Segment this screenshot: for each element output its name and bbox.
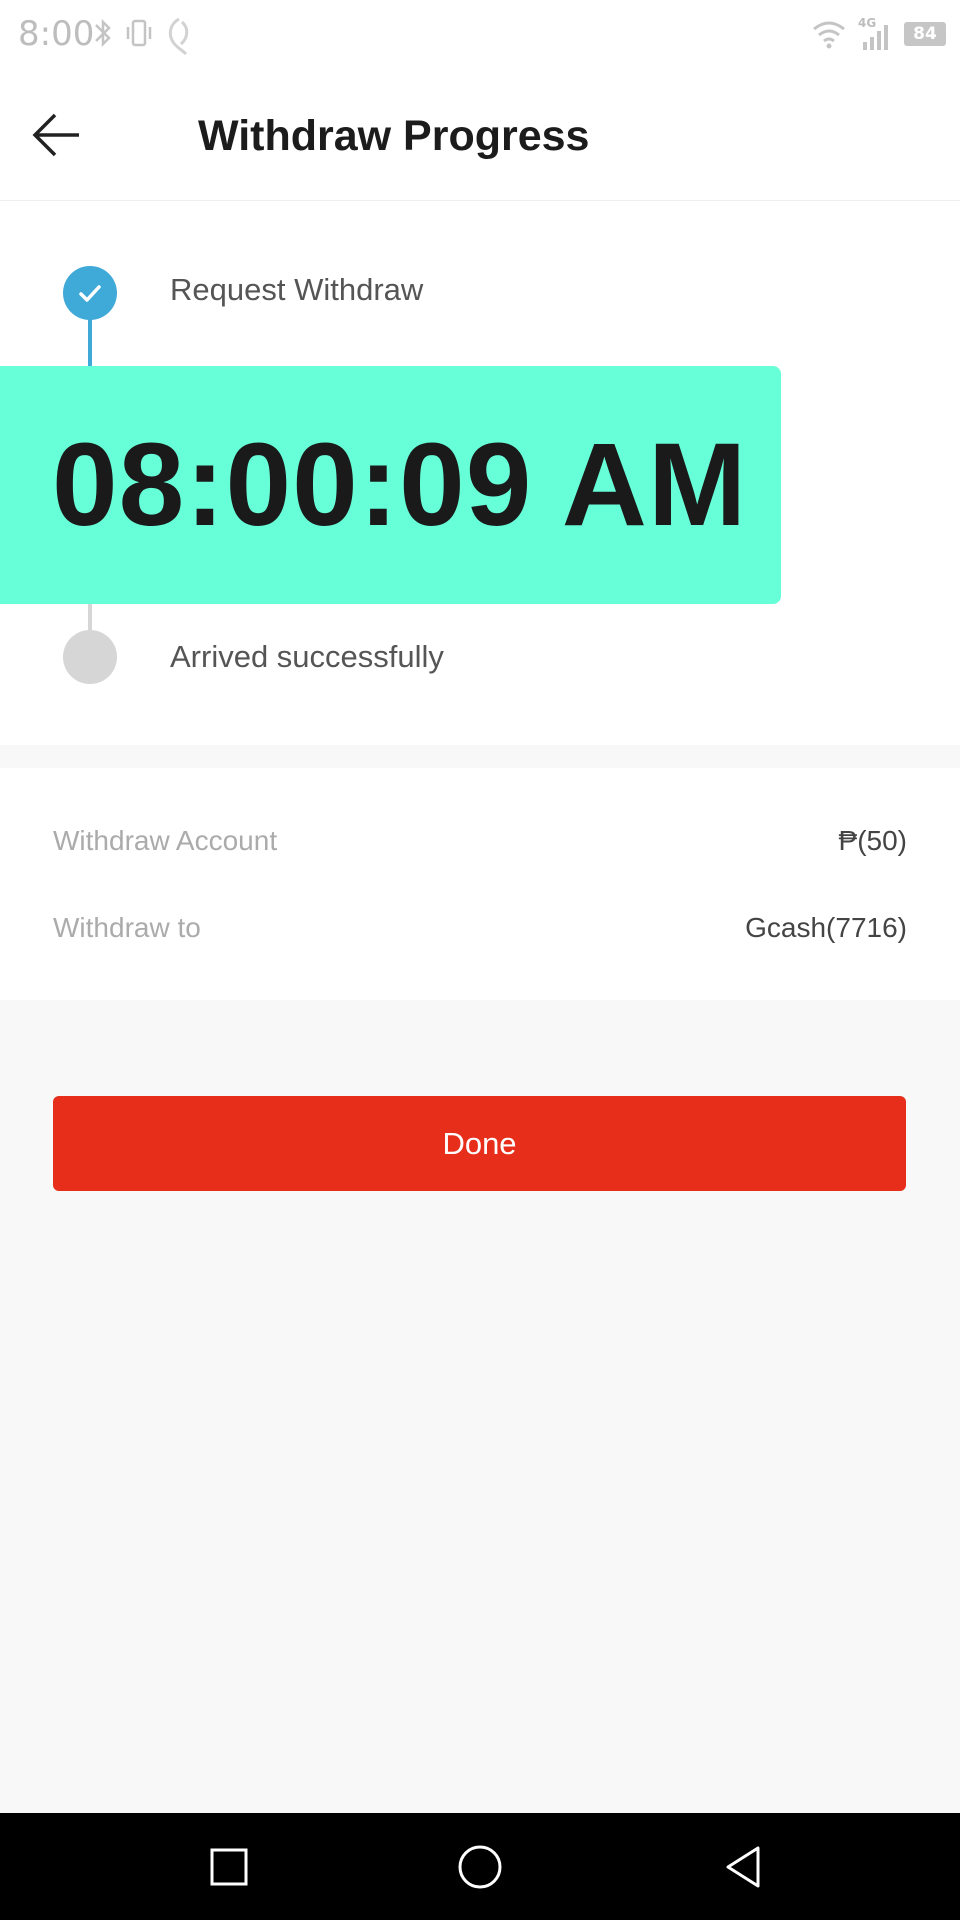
step-done-indicator	[63, 266, 117, 320]
page-title: Withdraw Progress	[198, 112, 590, 160]
step-label-arrived: Arrived successfully	[170, 639, 444, 674]
back-button[interactable]	[30, 108, 84, 162]
status-right-icons: 4G 84	[812, 16, 946, 50]
time-overlay-text: 08:00:09 AM	[52, 419, 748, 551]
notification-icon	[168, 17, 189, 56]
app-bar: Withdraw Progress	[0, 68, 960, 201]
system-nav-bar	[0, 1813, 960, 1920]
home-circle-icon	[458, 1845, 502, 1889]
vibrate-icon	[126, 19, 152, 47]
arrow-left-icon	[32, 113, 79, 157]
step-label-request: Request Withdraw	[170, 272, 424, 307]
time-overlay-banner: 08:00:09 AM	[0, 366, 781, 604]
status-time: 8:00	[18, 14, 95, 54]
step-connector-pending	[88, 601, 92, 631]
check-icon	[79, 285, 101, 302]
withdraw-to-value: Gcash(7716)	[745, 912, 907, 943]
signal-icon: 4G	[858, 16, 892, 50]
withdraw-account-label: Withdraw Account	[53, 825, 278, 856]
back-triangle-icon	[726, 1846, 760, 1888]
withdraw-details-card: Withdraw Account ₱(50) Withdraw to Gcash…	[0, 768, 960, 1000]
home-button[interactable]	[456, 1843, 504, 1891]
wifi-icon	[813, 21, 845, 49]
status-bar: 8:00 4G 84	[0, 0, 960, 68]
withdraw-to-label: Withdraw to	[53, 912, 201, 943]
step-pending-indicator	[63, 630, 117, 684]
nav-back-button[interactable]	[722, 1843, 770, 1891]
done-button[interactable]: Done	[53, 1096, 906, 1191]
status-left-icons	[92, 16, 194, 56]
withdraw-account-value: ₱(50)	[838, 825, 907, 856]
bluetooth-icon	[95, 18, 111, 48]
recents-button[interactable]	[205, 1843, 253, 1891]
battery-icon: 84	[904, 22, 946, 46]
recents-square-icon	[210, 1848, 248, 1886]
